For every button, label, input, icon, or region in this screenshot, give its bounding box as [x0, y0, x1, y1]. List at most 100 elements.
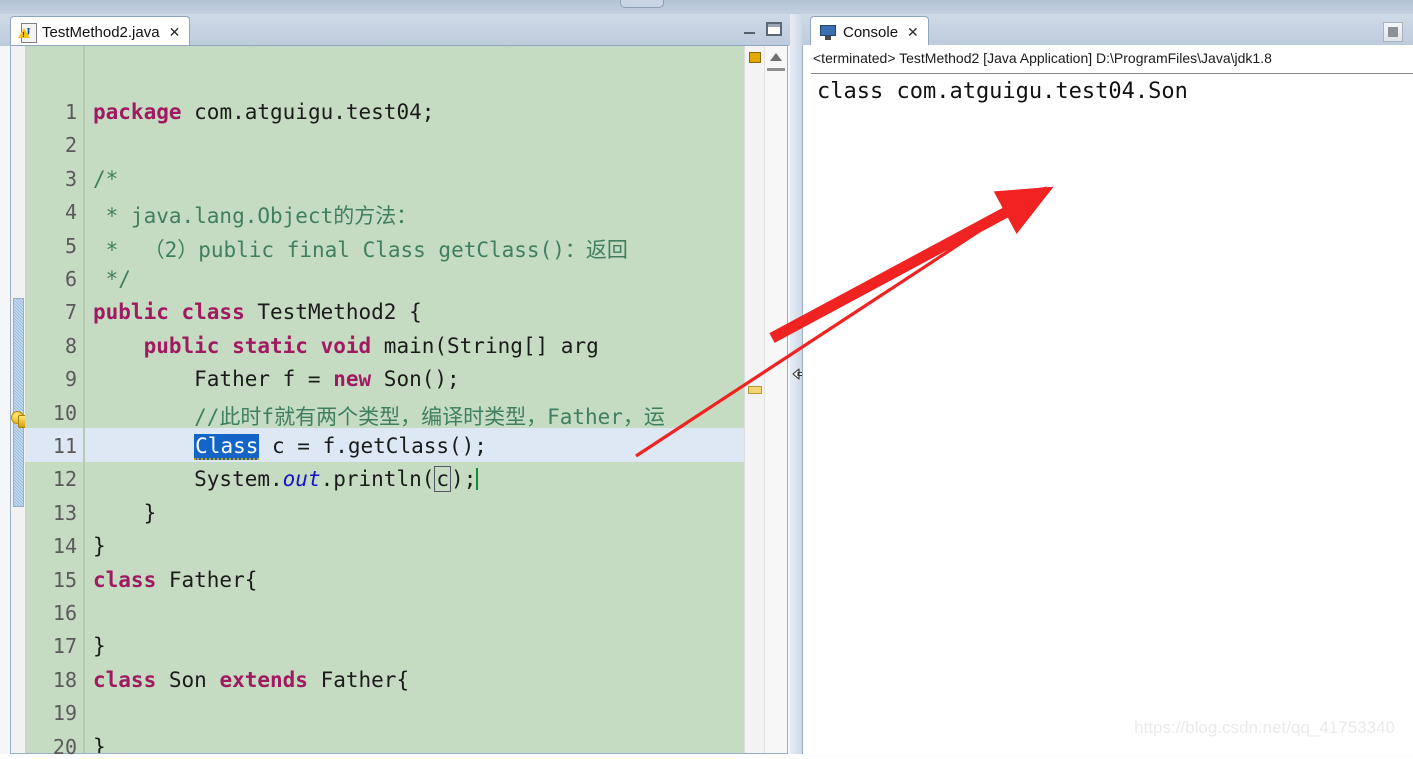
minimize-icon[interactable]	[743, 23, 756, 36]
code-token: }	[93, 534, 106, 559]
console-status-line: <terminated> TestMethod2 [Java Applicati…	[813, 50, 1272, 66]
line-number: 10	[52, 400, 77, 425]
code-token: com.atguigu.test04;	[194, 100, 435, 124]
line-number: 19	[52, 701, 77, 726]
console-body[interactable]: <terminated> TestMethod2 [Java Applicati…	[802, 45, 1413, 754]
line-number: 15	[52, 567, 77, 592]
code-token: class	[93, 667, 169, 692]
code-line[interactable]: }	[93, 634, 106, 658]
code-token: Father f =	[93, 367, 334, 392]
code-line[interactable]: */	[93, 267, 131, 291]
maximize-icon[interactable]	[766, 22, 782, 36]
line-number: 11	[52, 434, 77, 458]
line-number: 3	[64, 166, 77, 191]
warning-marker[interactable]	[749, 52, 761, 63]
code-token: public static void	[143, 333, 384, 358]
code-token: Father{	[320, 667, 410, 692]
editor-window-buttons	[743, 22, 782, 36]
console-toolbar	[1383, 22, 1403, 42]
line-number: 6	[64, 267, 77, 291]
code-token: .println(	[320, 467, 435, 492]
line-number: 14	[52, 534, 77, 559]
code-token: out	[282, 467, 321, 492]
console-output-text: class com.atguigu.test04.Son	[817, 79, 1188, 104]
vertical-scrollbar[interactable]	[764, 46, 787, 753]
code-line[interactable]: Class c = f.getClass();	[93, 434, 487, 460]
scroll-up-arrow-icon[interactable]	[770, 53, 782, 61]
line-number: 8	[64, 333, 77, 358]
code-token: new	[333, 367, 384, 392]
console-status-divider	[811, 73, 1413, 74]
watermark: https://blog.csdn.net/qq_41753340	[1134, 718, 1395, 737]
line-number: 5	[64, 233, 77, 258]
editor-marker-bar[interactable]	[11, 46, 30, 753]
overview-ruler[interactable]	[744, 46, 765, 753]
line-number: 20	[52, 734, 77, 759]
code-line[interactable]: }	[93, 534, 106, 558]
code-token: class	[93, 567, 169, 592]
console-panel: Console ✕ <terminated> TestMethod2 [Java…	[802, 14, 1413, 754]
code-token: /*	[93, 166, 119, 191]
code-token: Father{	[168, 567, 258, 592]
code-token: }	[93, 634, 106, 659]
eclipse-window: J ! TestMethod2.java ✕ 1 2 3 4 5 6 7 8 9 10 11 12 13…	[0, 0, 1413, 759]
code-text-area[interactable]: package com.atguigu.test04; /* * java.lan…	[85, 46, 745, 753]
code-token: System.	[93, 467, 283, 492]
line-number: 9	[64, 367, 77, 392]
code-line[interactable]: package com.atguigu.test04;	[93, 100, 434, 124]
editor-tab-bar: J ! TestMethod2.java ✕	[0, 14, 790, 47]
code-token: */	[93, 267, 131, 291]
text-caret	[476, 468, 479, 491]
code-token: public class	[93, 300, 258, 325]
line-number-gutter: 1 2 3 4 5 6 7 8 9 10 11 12 13 14 15 16 17 18 19 20	[25, 46, 95, 759]
code-token: extends	[219, 667, 321, 692]
line-number: 18	[52, 667, 77, 692]
code-token: * （2）public final Class getClass()：返回	[93, 237, 628, 262]
editor-body: 1 2 3 4 5 6 7 8 9 10 11 12 13 14 15 16 17 18 19 20 package …	[10, 45, 788, 759]
code-line[interactable]: public static void main(String[] arg	[93, 334, 599, 358]
occurrence-box: c	[434, 466, 452, 493]
code-token: }	[93, 734, 106, 753]
code-line[interactable]: class Father{	[93, 568, 257, 592]
code-token: );	[451, 467, 477, 492]
scrollbar-thumb[interactable]	[767, 68, 785, 71]
line-number: 4	[64, 200, 77, 225]
editor-tab-label: TestMethod2.java	[42, 23, 160, 41]
code-line[interactable]: * java.lang.Object的方法：	[93, 200, 418, 230]
console-tab-label: Console	[843, 23, 899, 41]
code-line[interactable]: Father f = new Son();	[93, 367, 460, 391]
console-icon	[820, 24, 837, 40]
console-tab-bar: Console ✕	[802, 14, 1413, 47]
code-token: //此时f就有两个类型，编译时类型，Father，运	[93, 404, 665, 429]
close-icon[interactable]: ✕	[907, 25, 919, 39]
selected-token: Class	[194, 434, 260, 460]
line-number: 16	[52, 601, 77, 625]
code-token: * java.lang.Object的方法：	[93, 204, 418, 229]
code-token: package	[93, 100, 195, 124]
tab-console[interactable]: Console ✕	[810, 16, 929, 47]
code-line[interactable]: System.out.println(c);	[93, 466, 479, 493]
close-icon[interactable]: ✕	[169, 25, 181, 39]
panel-splitter[interactable]	[790, 14, 802, 754]
line-number: 17	[52, 634, 77, 659]
code-line[interactable]: public class TestMethod2 {	[93, 300, 422, 324]
window-nub	[620, 0, 664, 8]
code-line[interactable]: }	[93, 735, 106, 753]
code-token: }	[93, 500, 157, 525]
method-range-indicator	[13, 298, 24, 507]
code-token: Son	[168, 667, 220, 692]
code-line[interactable]: }	[93, 500, 157, 525]
code-line[interactable]: /*	[93, 167, 118, 191]
code-token: main(String[] arg	[383, 333, 599, 358]
code-line[interactable]: class Son extends Father{	[93, 668, 409, 692]
task-marker[interactable]	[748, 386, 762, 394]
line-number: 2	[64, 133, 77, 158]
console-view-menu-button[interactable]	[1383, 22, 1403, 42]
code-line[interactable]: * （2）public final Class getClass()：返回	[93, 234, 628, 264]
tab-testmethod2-java[interactable]: J ! TestMethod2.java ✕	[10, 16, 191, 47]
code-token: TestMethod2 {	[257, 300, 422, 325]
line-number: 13	[52, 500, 77, 525]
code-line[interactable]: //此时f就有两个类型，编译时类型，Father，运	[93, 401, 665, 431]
